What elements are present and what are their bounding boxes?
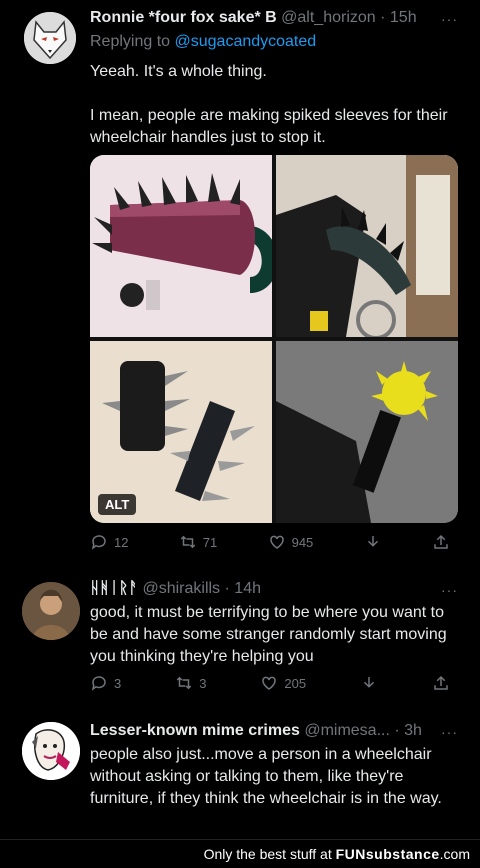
photo-pink-spiked-sleeve[interactable]	[90, 155, 272, 337]
spiked-sleeve-image	[90, 155, 272, 337]
yellow-spike-grip-image	[276, 341, 458, 523]
watermark-brand: FUNsubstance	[335, 846, 440, 862]
watermark-bar: Only the best stuff at FUNsubstance.com	[0, 839, 480, 868]
retweet-icon	[176, 676, 192, 690]
display-name[interactable]: Ronnie *four fox sake* B	[90, 9, 277, 26]
alt-text-badge[interactable]: ALT	[98, 494, 137, 515]
user-handle[interactable]: @mimesa...	[304, 722, 390, 739]
like-button[interactable]: 205	[260, 674, 306, 692]
replying-to: Replying to @sugacandycoated	[90, 33, 316, 51]
tweet-3[interactable]: Lesser-known mime crimes @mimesa... · 3h…	[0, 710, 480, 839]
download-arrow-icon	[367, 536, 378, 547]
reply-button[interactable]: 3	[90, 674, 121, 692]
retweet-icon	[180, 535, 196, 549]
timestamp[interactable]: · 14h	[225, 580, 261, 597]
reply-count: 12	[114, 534, 129, 550]
retweet-button[interactable]: 71	[179, 533, 217, 551]
share-button[interactable]	[432, 674, 450, 692]
timestamp[interactable]: · 15h	[380, 9, 416, 26]
download-button[interactable]	[364, 533, 382, 551]
watermark-text: Only the best stuff at FUNsubstance.com	[204, 846, 470, 862]
more-options-icon[interactable]: ···	[441, 582, 458, 598]
tweet-line: I mean, people are making spiked sleeves…	[90, 107, 448, 146]
tweet-text: Yeeah. It's a whole thing. I mean, peopl…	[90, 61, 460, 149]
like-count: 945	[291, 534, 314, 550]
more-options-icon[interactable]: ···	[441, 724, 458, 740]
tweet-1[interactable]: Ronnie *four fox sake* B @alt_horizon · …	[0, 0, 480, 570]
action-bar: 12 71 945	[90, 533, 450, 551]
reply-icon	[91, 535, 106, 550]
media-grid[interactable]	[90, 155, 458, 523]
like-button[interactable]: 945	[268, 533, 314, 551]
tweet-2[interactable]: ᚺᚻᛁᚱᚨ @shirakills · 14h ··· good, it mus…	[0, 570, 480, 710]
watermark-suffix: .com	[439, 846, 470, 862]
tweet-header: Lesser-known mime crimes @mimesa... · 3h	[90, 722, 422, 740]
reply-button[interactable]: 12	[90, 533, 128, 551]
download-arrow-icon	[364, 677, 375, 688]
tweet-header: Ronnie *four fox sake* B @alt_horizon · …	[90, 9, 417, 27]
user-handle[interactable]: @shirakills	[142, 580, 220, 597]
retweet-button[interactable]: 3	[175, 674, 206, 692]
fox-mask-icon	[24, 12, 76, 64]
like-icon	[269, 535, 284, 549]
tweet-text: people also just...move a person in a wh…	[90, 746, 442, 807]
photo-black-spiked-handle[interactable]	[276, 155, 458, 337]
timestamp[interactable]: · 3h	[394, 722, 422, 739]
retweet-count: 3	[199, 675, 207, 691]
tweet-header: ᚺᚻᛁᚱᚨ @shirakills · 14h	[90, 580, 261, 598]
display-name[interactable]: ᚺᚻᛁᚱᚨ	[90, 580, 138, 597]
avatar-mime-cartoon[interactable]	[22, 722, 80, 780]
retweet-count: 71	[202, 534, 218, 550]
mime-cartoon-avatar-icon	[22, 722, 80, 780]
reply-icon	[91, 676, 106, 691]
replying-to-label: Replying to	[90, 33, 175, 50]
portrait-avatar-icon	[22, 582, 80, 640]
share-icon	[434, 534, 448, 549]
avatar-portrait[interactable]	[22, 582, 80, 640]
avatar-fox-mask[interactable]	[24, 12, 76, 64]
display-name[interactable]: Lesser-known mime crimes	[90, 722, 300, 739]
tweet-line: Yeeah. It's a whole thing.	[90, 63, 267, 80]
spiked-handle-image	[276, 155, 458, 337]
photo-yellow-spiked-grip[interactable]	[276, 341, 458, 523]
reply-count: 3	[114, 675, 122, 691]
reply-handle-link[interactable]: @sugacandycoated	[175, 33, 317, 50]
user-handle[interactable]: @alt_horizon	[281, 9, 376, 26]
action-bar: 3 3 205	[90, 674, 450, 692]
share-button[interactable]	[432, 533, 450, 551]
like-icon	[262, 676, 277, 690]
more-options-icon[interactable]: ···	[441, 11, 458, 27]
like-count: 205	[284, 675, 307, 691]
download-button[interactable]	[360, 674, 378, 692]
watermark-prefix: Only the best stuff at	[203, 846, 336, 862]
share-icon	[434, 675, 448, 690]
tweet-text: good, it must be terrifying to be where …	[90, 604, 447, 665]
